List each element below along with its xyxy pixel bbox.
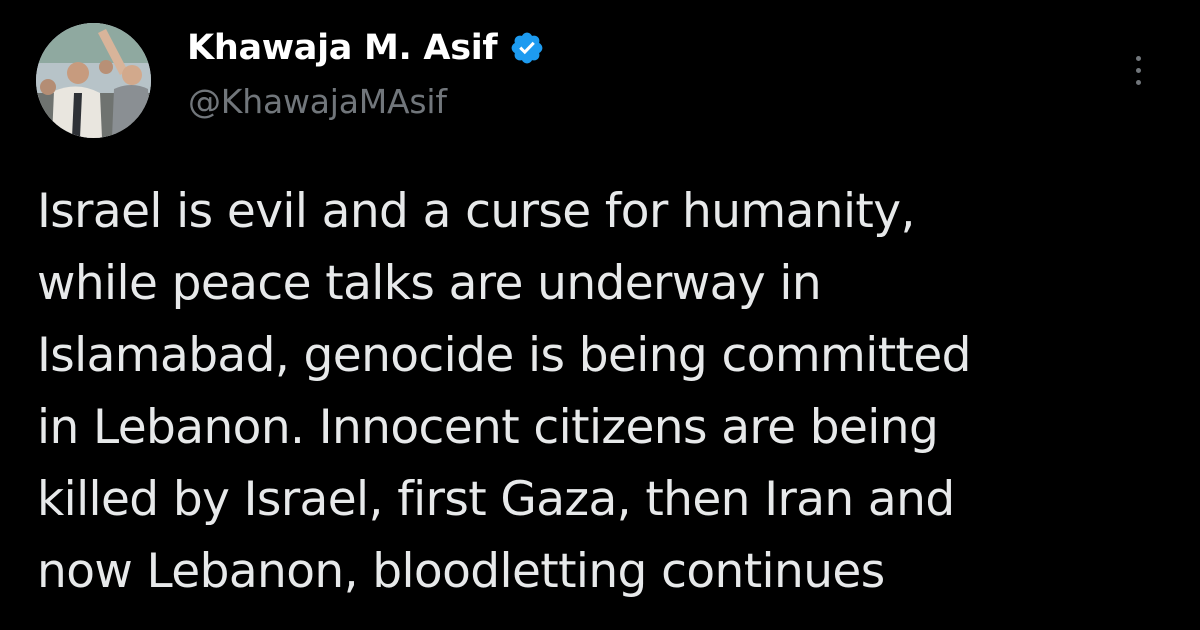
more-options-button[interactable]	[1126, 46, 1150, 94]
more-vertical-icon	[1135, 55, 1141, 61]
tweet-text-line: Israel is evil and a curse for humanity,	[37, 184, 915, 239]
author-display-name[interactable]: Khawaja M. Asif	[187, 28, 498, 68]
tweet-text-line: while peace talks are underway in	[37, 256, 822, 311]
more-vertical-icon	[1135, 79, 1141, 85]
author-name-row: Khawaja M. Asif	[187, 26, 545, 70]
author-handle[interactable]: @KhawajaMAsif	[188, 82, 447, 121]
tweet-body-text: Israel is evil and a curse for humanity,…	[37, 176, 1187, 608]
tweet-text-line: Islamabad, genocide is being committed	[37, 328, 972, 383]
avatar-photo	[36, 23, 151, 138]
avatar[interactable]	[36, 23, 151, 138]
tweet-text-line: in Lebanon. Innocent citizens are being	[37, 400, 939, 455]
tweet-text-line: killed by Israel, first Gaza, then Iran …	[37, 472, 955, 527]
tweet-card[interactable]: Khawaja M. Asif @KhawajaMAsif Israel is …	[0, 0, 1200, 630]
more-vertical-icon	[1135, 67, 1141, 73]
verified-badge-icon[interactable]	[509, 30, 545, 66]
tweet-text-line: now Lebanon, bloodletting continues	[37, 544, 885, 599]
